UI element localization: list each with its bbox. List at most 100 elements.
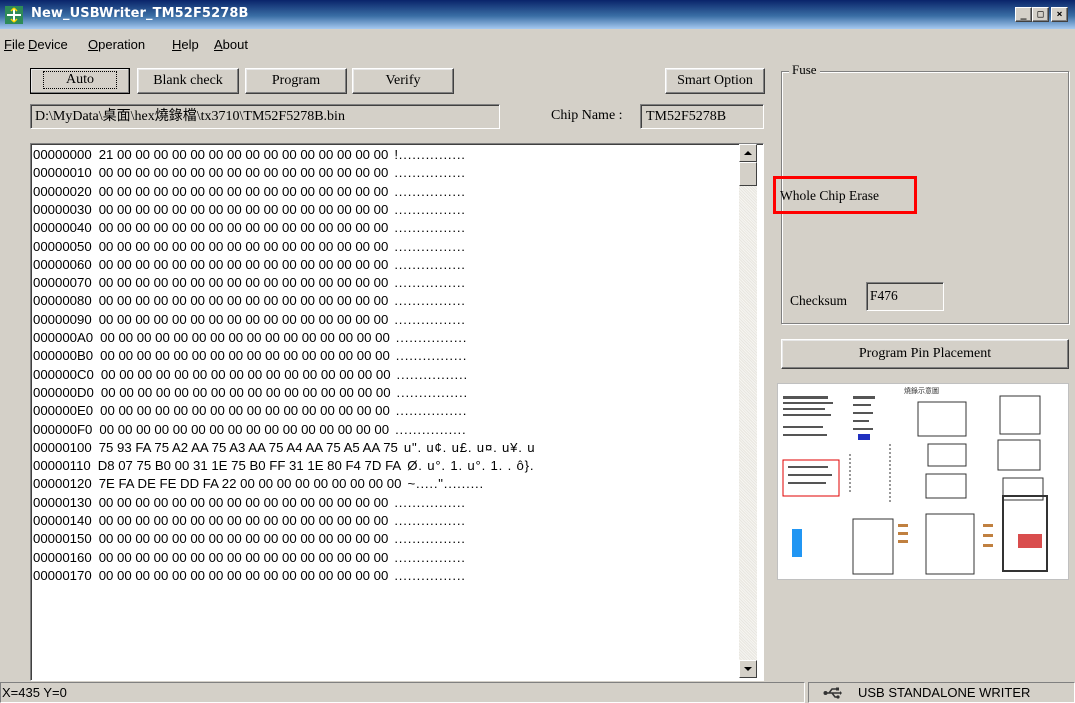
smart-option-button[interactable]: Smart Option xyxy=(665,68,765,94)
program-button[interactable]: Program xyxy=(245,68,347,94)
hex-row[interactable]: 000000B0 00 00 00 00 00 00 00 00 00 00 00… xyxy=(33,347,467,365)
hex-address: 00000150 xyxy=(33,531,92,547)
hex-row[interactable]: 00000070 00 00 00 00 00 00 00 00 00 00 00… xyxy=(33,274,466,292)
hex-bytes: 00 00 00 00 00 00 00 00 00 00 00 00 00 0… xyxy=(100,348,390,364)
hex-ascii: ................ xyxy=(394,201,466,217)
hex-row[interactable]: 00000090 00 00 00 00 00 00 00 00 00 00 00… xyxy=(33,311,466,329)
hex-row[interactable]: 000000E0 00 00 00 00 00 00 00 00 00 00 00… xyxy=(33,402,467,420)
hex-row[interactable]: 00000120 7E FA DE FE DD FA 22 00 00 00 00… xyxy=(33,475,484,493)
hex-row[interactable]: 00000010 00 00 00 00 00 00 00 00 00 00 00… xyxy=(33,164,466,182)
hex-address: 00000020 xyxy=(33,183,92,199)
hex-ascii: ................ xyxy=(395,348,468,364)
hex-ascii: ................ xyxy=(396,384,468,400)
hex-row[interactable]: 00000000 21 00 00 00 00 00 00 00 00 00 00… xyxy=(33,146,466,164)
checksum-label: Checksum xyxy=(790,293,847,308)
hex-address: 00000040 xyxy=(33,220,92,236)
hex-row[interactable]: 00000170 00 00 00 00 00 00 00 00 00 00 00… xyxy=(33,567,466,585)
hex-row[interactable]: 00000150 00 00 00 00 00 00 00 00 00 00 00… xyxy=(33,530,466,548)
hex-address: 00000160 xyxy=(33,549,92,565)
hex-bytes: 00 00 00 00 00 00 00 00 00 00 00 00 00 0… xyxy=(98,220,389,236)
hex-ascii: u". u¢. u£. u¤. u¥. u xyxy=(403,439,536,455)
hex-bytes: 00 00 00 00 00 00 00 00 00 00 00 00 00 0… xyxy=(98,494,389,510)
hex-bytes: 00 00 00 00 00 00 00 00 00 00 00 00 00 0… xyxy=(98,256,389,272)
scroll-down-button[interactable] xyxy=(739,660,757,678)
hex-row[interactable]: 000000F0 00 00 00 00 00 00 00 00 00 00 00… xyxy=(33,421,467,439)
title-bar[interactable]: New_USBWriter_TM52F5278B _ □ × xyxy=(0,0,1075,29)
hex-row[interactable]: 00000130 00 00 00 00 00 00 00 00 00 00 00… xyxy=(33,494,466,512)
hex-row[interactable]: 00000140 00 00 00 00 00 00 00 00 00 00 00… xyxy=(33,512,466,530)
menu-operation[interactable]: Operation xyxy=(88,37,145,52)
hex-row[interactable]: 00000030 00 00 00 00 00 00 00 00 00 00 00… xyxy=(33,201,466,219)
chip-name-field[interactable]: TM52F5278B xyxy=(640,104,764,129)
hex-row[interactable]: 00000080 00 00 00 00 00 00 00 00 00 00 00… xyxy=(33,292,466,310)
pin-diagram-image: 燒錄示意圖 xyxy=(777,383,1069,580)
hex-bytes: 00 00 00 00 00 00 00 00 00 00 00 00 00 0… xyxy=(98,567,389,583)
hex-ascii: ................ xyxy=(395,330,468,345)
close-button[interactable]: × xyxy=(1051,7,1068,22)
hex-address: 00000070 xyxy=(33,275,92,291)
hex-row[interactable]: 000000C0 00 00 00 00 00 00 00 00 00 00 00… xyxy=(33,366,468,384)
scroll-up-button[interactable] xyxy=(739,144,757,162)
hex-row[interactable]: 00000160 00 00 00 00 00 00 00 00 00 00 00… xyxy=(33,549,466,567)
status-bar: X=435 Y=0 USB STANDALONE WRITER xyxy=(0,681,1075,703)
blank-check-button[interactable]: Blank check xyxy=(137,68,239,94)
menu-bar: File Device Operation Help About xyxy=(0,37,1075,57)
hex-ascii: ................ xyxy=(394,256,466,272)
hex-bytes: 00 00 00 00 00 00 00 00 00 00 00 00 00 0… xyxy=(98,275,389,291)
hex-row[interactable]: 00000040 00 00 00 00 00 00 00 00 00 00 00… xyxy=(33,219,466,237)
menu-about[interactable]: About xyxy=(214,37,248,52)
hex-bytes: 00 00 00 00 00 00 00 00 00 00 00 00 00 0… xyxy=(99,421,390,437)
program-pin-placement-button[interactable]: Program Pin Placement xyxy=(781,339,1069,369)
hex-ascii: ................ xyxy=(395,403,468,419)
hex-ascii: ................ xyxy=(394,183,466,199)
hex-address: 00000130 xyxy=(33,494,92,510)
auto-button[interactable]: Auto xyxy=(30,68,130,94)
fuse-group-label: Fuse xyxy=(789,62,820,78)
vertical-scrollbar[interactable] xyxy=(739,144,757,678)
minimize-button[interactable]: _ xyxy=(1015,7,1032,22)
hex-row[interactable]: 00000050 00 00 00 00 00 00 00 00 00 00 00… xyxy=(33,238,466,256)
hex-ascii: ~....."......... xyxy=(407,476,484,492)
hex-bytes: 00 00 00 00 00 00 00 00 00 00 00 00 00 0… xyxy=(98,513,389,528)
hex-address: 00000030 xyxy=(33,201,92,217)
hex-row[interactable]: 000000D0 00 00 00 00 00 00 00 00 00 00 00… xyxy=(33,384,468,402)
pin-diagram-icon xyxy=(782,395,1048,575)
hex-address: 00000140 xyxy=(33,513,92,528)
hex-row[interactable]: 00000060 00 00 00 00 00 00 00 00 00 00 00… xyxy=(33,256,466,274)
menu-device[interactable]: Device xyxy=(28,37,68,52)
window-title: New_USBWriter_TM52F5278B xyxy=(31,6,249,21)
hex-viewer[interactable]: 00000000 21 00 00 00 00 00 00 00 00 00 00… xyxy=(30,143,764,681)
menu-help[interactable]: Help xyxy=(172,37,199,52)
hex-bytes: 00 00 00 00 00 00 00 00 00 00 00 00 00 0… xyxy=(100,403,390,419)
hex-row[interactable]: 00000100 75 93 FA 75 A2 AA 75 A3 AA 75 A4… xyxy=(33,439,535,457)
hex-address: 00000060 xyxy=(33,256,92,272)
hex-bytes: 00 00 00 00 00 00 00 00 00 00 00 00 00 0… xyxy=(98,165,389,181)
hex-ascii: ................ xyxy=(394,494,466,510)
hex-address: 00000110 xyxy=(33,458,91,474)
hex-address: 000000D0 xyxy=(33,384,94,400)
hex-ascii: !............... xyxy=(394,147,466,162)
erase-mode-label: Whole Chip Erase xyxy=(780,188,879,203)
hex-address: 000000E0 xyxy=(33,403,94,419)
hex-address: 00000000 xyxy=(33,147,92,162)
menu-file[interactable]: File xyxy=(4,37,25,52)
scroll-down-icon xyxy=(744,667,752,671)
verify-button[interactable]: Verify xyxy=(352,68,454,94)
hex-address: 00000100 xyxy=(33,439,92,455)
hex-address: 00000010 xyxy=(33,165,92,181)
hex-address: 00000080 xyxy=(33,293,92,309)
scroll-thumb[interactable] xyxy=(739,162,757,186)
hex-address: 000000A0 xyxy=(33,330,94,345)
hex-bytes: 00 00 00 00 00 00 00 00 00 00 00 00 00 0… xyxy=(98,549,389,565)
hex-ascii: ................ xyxy=(394,275,466,291)
hex-row[interactable]: 00000110 D8 07 75 B0 00 31 1E 75 B0 FF 31… xyxy=(33,457,534,475)
hex-row[interactable]: 00000020 00 00 00 00 00 00 00 00 00 00 00… xyxy=(33,183,466,201)
hex-address: 000000B0 xyxy=(33,348,94,364)
hex-row[interactable]: 000000A0 00 00 00 00 00 00 00 00 00 00 00… xyxy=(33,329,467,347)
maximize-button[interactable]: □ xyxy=(1032,7,1049,22)
app-icon xyxy=(5,6,23,24)
file-path-field[interactable]: D:\MyData\桌面\hex燒錄檔\tx3710\TM52F5278B.bi… xyxy=(30,104,500,129)
hex-address: 00000120 xyxy=(33,476,92,492)
checksum-field: F476 xyxy=(866,282,944,311)
hex-ascii: ................ xyxy=(394,567,466,583)
